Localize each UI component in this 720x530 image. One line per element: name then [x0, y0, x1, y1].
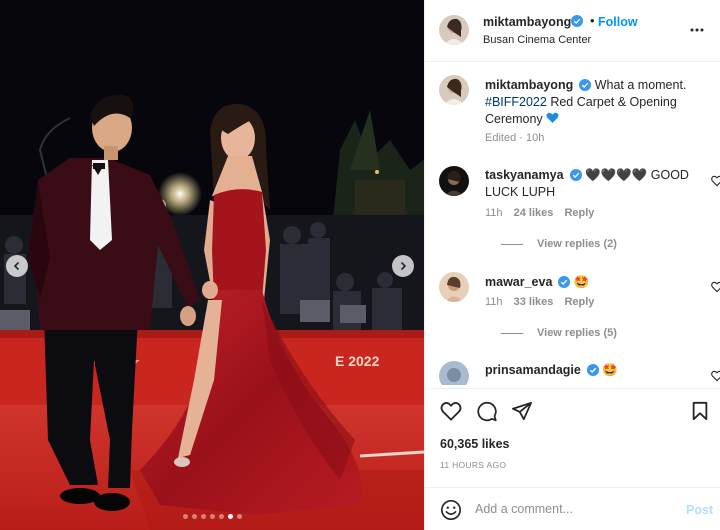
comment-text: taskyanamya 🖤🖤🖤🖤 GOOD LUCK LUPH: [485, 167, 695, 201]
post-comment-button[interactable]: Post: [686, 503, 713, 517]
carousel-dot: [236, 514, 242, 519]
carousel-dot: [191, 514, 197, 519]
verified-badge-icon: [571, 15, 583, 27]
comment-time: 11h: [485, 296, 503, 308]
chevron-right-icon: [400, 261, 407, 271]
view-replies-label: View replies (2): [537, 238, 617, 250]
smiley-icon[interactable]: [440, 499, 462, 521]
comment-body: 🤩: [573, 275, 590, 289]
carousel-dot: [227, 514, 233, 519]
verified-badge-icon: [569, 169, 582, 181]
reply-button[interactable]: Reply: [564, 207, 594, 219]
add-comment-bar: Post: [425, 487, 720, 530]
comment-icon[interactable]: [476, 401, 498, 422]
view-replies-button[interactable]: View replies (2): [501, 238, 617, 250]
previous-photo-button[interactable]: [6, 255, 28, 277]
verified-badge-icon: [558, 276, 571, 288]
caption-edited-time: Edited · 10h: [485, 132, 545, 144]
header-separator: •: [590, 13, 595, 28]
author-username[interactable]: miktambayong: [483, 15, 571, 29]
caption-avatar[interactable]: [439, 75, 469, 105]
carousel-dot: [182, 514, 188, 519]
comment-meta: 11h 33 likes Reply: [485, 296, 602, 308]
caption-hashtag[interactable]: #BIFF2022: [485, 95, 547, 109]
reply-button[interactable]: Reply: [564, 296, 594, 308]
caption-body: What a moment.: [594, 78, 687, 92]
like-comment-heart-icon[interactable]: [711, 175, 720, 187]
heart-icon[interactable]: [440, 401, 462, 421]
verified-badge-icon: [586, 364, 599, 376]
comment-body: 🤩: [602, 363, 618, 377]
carousel-dot: [200, 514, 206, 519]
caption-username[interactable]: miktambayong: [485, 78, 573, 92]
carousel-indicator: [0, 514, 424, 519]
red-carpet-photo: E 2022: [0, 0, 424, 530]
author-avatar[interactable]: [439, 15, 469, 45]
commenter-username[interactable]: taskyanamya: [485, 168, 564, 182]
commenter-avatar[interactable]: [439, 272, 469, 302]
like-comment-heart-icon[interactable]: [711, 370, 720, 382]
comment-time: 11h: [485, 207, 503, 219]
commenter-username[interactable]: prinsamandagie: [485, 363, 581, 377]
verified-badge-icon: [579, 79, 592, 91]
follow-button[interactable]: Follow: [598, 15, 638, 29]
likes-count[interactable]: 60,365 likes: [440, 437, 510, 451]
replies-divider: [501, 332, 523, 334]
chevron-left-icon: [13, 261, 20, 271]
view-replies-label: View replies (5): [537, 327, 617, 339]
caption-meta: Edited · 10h: [485, 132, 552, 144]
post-sidebar: miktambayong • Follow Busan Cinema Cente…: [424, 0, 720, 530]
share-icon[interactable]: [511, 401, 533, 421]
commenter-avatar[interactable]: [439, 361, 469, 385]
blue-heart-icon: [546, 112, 559, 123]
post-photo[interactable]: E 2022: [0, 0, 424, 530]
post-timestamp: 11 HOURS AGO: [440, 460, 507, 470]
carousel-dot: [209, 514, 215, 519]
comment-likes[interactable]: 24 likes: [514, 207, 554, 219]
post-actions: 60,365 likes 11 HOURS AGO: [425, 388, 720, 486]
comment-likes[interactable]: 33 likes: [514, 296, 554, 308]
replies-divider: [501, 243, 523, 245]
commenter-username[interactable]: mawar_eva: [485, 275, 552, 289]
post-header: miktambayong • Follow Busan Cinema Cente…: [425, 0, 720, 62]
comment-text: prinsamandagie 🤩: [485, 362, 695, 379]
view-replies-button[interactable]: View replies (5): [501, 327, 617, 339]
comment-text: mawar_eva 🤩: [485, 274, 695, 291]
comments-list[interactable]: miktambayong What a moment. #BIFF2022 Re…: [425, 63, 720, 385]
next-photo-button[interactable]: [392, 255, 414, 277]
caption-text: miktambayong What a moment. #BIFF2022 Re…: [485, 77, 695, 128]
banner-text: E 2022: [335, 353, 380, 369]
like-comment-heart-icon[interactable]: [711, 281, 720, 293]
bookmark-icon[interactable]: [691, 401, 709, 421]
commenter-avatar[interactable]: [439, 166, 469, 196]
more-options-icon[interactable]: [689, 22, 705, 38]
post-location[interactable]: Busan Cinema Center: [483, 34, 591, 46]
carousel-dot: [218, 514, 224, 519]
comment-input[interactable]: [475, 497, 675, 521]
comment-meta: 11h 24 likes Reply: [485, 207, 602, 219]
